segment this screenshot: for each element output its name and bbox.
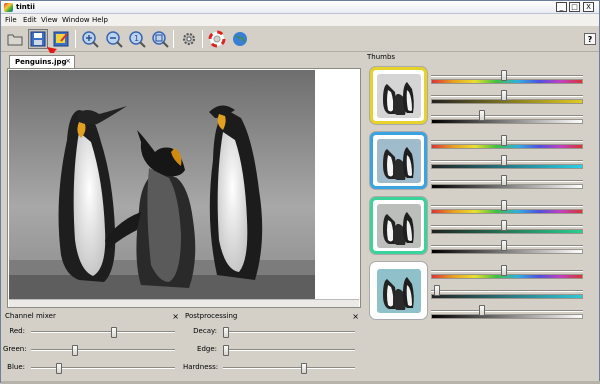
penguins-thumbnail-icon (376, 203, 421, 248)
slider-handle[interactable] (223, 345, 229, 356)
slider-label: Green: (3, 345, 27, 353)
tint-gradient-bar (431, 294, 583, 299)
close-button[interactable]: X (583, 2, 594, 12)
settings-button[interactable] (179, 29, 199, 49)
help-lifebuoy-icon (208, 30, 226, 48)
image-canvas[interactable] (7, 68, 361, 308)
slider-label: Edge: (197, 345, 217, 353)
slider-track[interactable] (31, 331, 175, 333)
channel-mixer-close-icon[interactable]: × (172, 312, 179, 321)
menu-window[interactable]: Window (62, 16, 90, 24)
slider-handle[interactable] (301, 363, 308, 374)
thumb-slider-track[interactable] (431, 290, 583, 292)
zoom-fit-icon (152, 31, 169, 48)
thumbs-panel: Thumbs (365, 53, 597, 319)
channel-mixer-title-bar: Channel mixer × (5, 312, 181, 323)
thumbnail-preview[interactable] (370, 132, 427, 189)
zoom-in-icon (82, 31, 99, 48)
help-lifebuoy-button[interactable] (207, 29, 227, 49)
penguins-thumbnail-icon (376, 138, 421, 183)
toolbar-separator (202, 30, 203, 48)
brightness-gradient-bar (431, 119, 583, 124)
menu-help[interactable]: Help (92, 16, 108, 24)
penguins-thumbnail-icon (376, 73, 421, 118)
thumb-slider-handle[interactable] (501, 200, 508, 211)
thumbnail-preview[interactable] (370, 197, 427, 254)
toolbar-separator (173, 30, 174, 48)
slider-handle[interactable] (55, 363, 62, 374)
slider-track[interactable] (223, 331, 355, 333)
open-button[interactable] (5, 29, 25, 49)
document-area: Penguins.jpg × (4, 53, 361, 309)
channel-mixer-title: Channel mixer (5, 312, 56, 320)
thumb-slider-handle[interactable] (501, 175, 508, 186)
thumb-slider-handle[interactable] (479, 305, 486, 316)
menu-edit[interactable]: Edit (23, 16, 37, 24)
app-icon (4, 3, 13, 12)
postprocessing-title: Postprocessing (185, 312, 238, 320)
postprocessing-title-bar: Postprocessing × (185, 312, 361, 323)
channel-mixer-panel: Channel mixer × Red: Green: Blue: (3, 312, 181, 378)
web-button[interactable] (230, 29, 250, 49)
app-window: tintii _ □ X File Edit View Window Help … (0, 0, 600, 384)
slider-handle[interactable] (72, 345, 79, 356)
penguins-image (9, 70, 315, 299)
tab-close-icon[interactable]: × (65, 57, 71, 65)
toolbar-separator (75, 30, 76, 48)
slider-label: Red: (9, 327, 25, 335)
thumbs-title-bar: Thumbs (367, 53, 597, 64)
window-title: tintii (16, 3, 35, 11)
menu-bar: File Edit View Window Help (1, 14, 599, 26)
slider-track[interactable] (223, 367, 355, 369)
tab-penguins[interactable]: Penguins.jpg × (9, 55, 75, 68)
thumb-slider-handle[interactable] (479, 110, 486, 121)
title-bar: tintii _ □ X (1, 1, 599, 14)
thumb-slider-handle[interactable] (501, 240, 508, 251)
thumb-slider-handle[interactable] (501, 155, 508, 166)
open-icon (7, 34, 23, 46)
thumb-slider-track[interactable] (431, 310, 583, 312)
horizontal-scrollbar[interactable] (9, 299, 359, 307)
slider-handle[interactable] (223, 327, 229, 338)
zoom-actual-button[interactable]: 1 (127, 29, 147, 49)
svg-text:1: 1 (134, 34, 139, 43)
zoom-out-button[interactable] (104, 29, 124, 49)
thumbnail-preview[interactable] (370, 67, 427, 124)
penguins-thumbnail-icon (376, 268, 421, 313)
slider-label: Blue: (7, 363, 25, 371)
menu-file[interactable]: File (5, 16, 17, 24)
slider-track[interactable] (223, 349, 355, 351)
thumbnail-preview[interactable] (370, 262, 427, 319)
slider-track[interactable] (31, 367, 175, 369)
web-icon (233, 32, 247, 46)
postprocessing-close-icon[interactable]: × (352, 312, 359, 321)
thumb-slider-handle[interactable] (501, 220, 508, 231)
settings-icon (183, 33, 195, 45)
slider-label: Hardness: (183, 363, 219, 371)
toolbar: 1 (1, 26, 599, 52)
thumb-slider-handle[interactable] (501, 135, 508, 146)
thumb-slider-track[interactable] (431, 115, 583, 117)
thumb-slider-handle[interactable] (501, 265, 508, 276)
menu-view[interactable]: View (41, 16, 58, 24)
maximize-button[interactable]: □ (569, 2, 580, 12)
postprocessing-panel: Postprocessing × Decay: Edge: Hardness: (183, 312, 361, 378)
minimize-button[interactable]: _ (556, 2, 567, 12)
zoom-in-button[interactable] (80, 29, 100, 49)
zoom-actual-icon: 1 (129, 31, 146, 48)
save-icon (30, 31, 46, 47)
thumb-slider-handle[interactable] (501, 90, 508, 101)
thumb-slider-handle[interactable] (433, 285, 440, 296)
zoom-fit-button[interactable] (150, 29, 170, 49)
thumb-slider-handle[interactable] (501, 70, 508, 81)
thumbs-title: Thumbs (367, 53, 396, 61)
brightness-gradient-bar (431, 314, 583, 319)
slider-track[interactable] (31, 349, 175, 351)
zoom-out-icon (106, 31, 123, 48)
whats-this-help-button[interactable]: ? (584, 33, 596, 45)
tab-label: Penguins.jpg (15, 58, 67, 66)
slider-handle[interactable] (111, 327, 118, 338)
slider-label: Decay: (193, 327, 217, 335)
